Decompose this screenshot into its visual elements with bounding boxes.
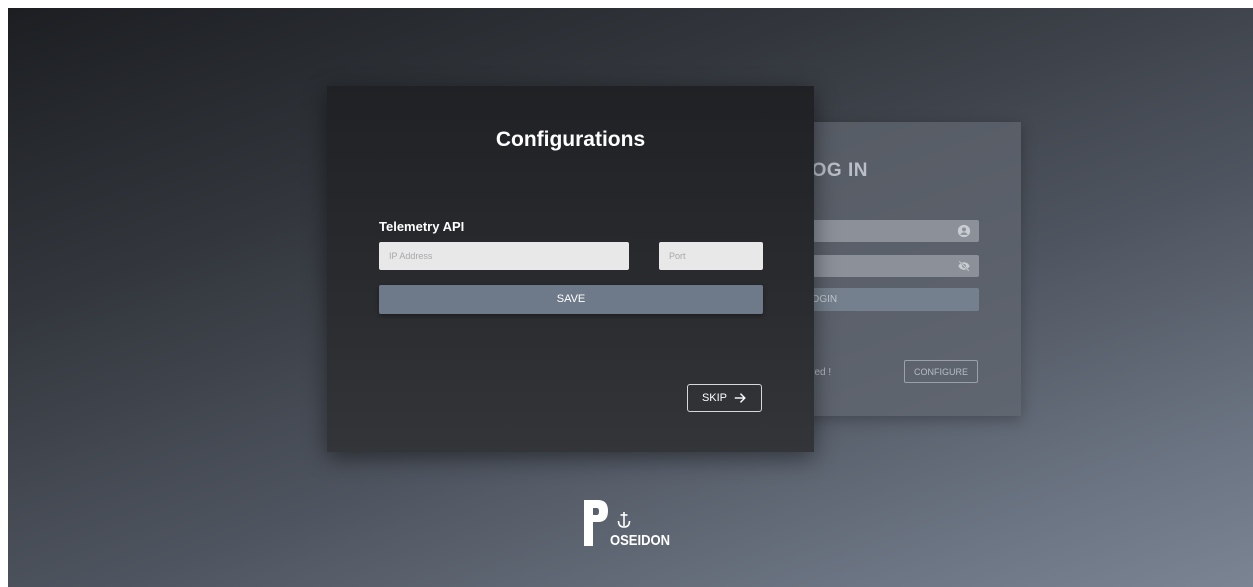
ip-address-input[interactable] [379,242,629,270]
port-input[interactable] [659,242,763,270]
configure-button[interactable]: CONFIGURE [904,360,978,383]
logo-wordmark: OSEIDON [610,532,670,548]
skip-label: SKIP [701,392,728,404]
save-button[interactable]: SAVE [379,285,763,314]
page-title: Configurations [495,128,646,151]
poseidon-logo: OSEIDON [584,500,670,548]
svg-text:OSEIDON: OSEIDON [610,532,670,548]
telemetry-api-label: Telemetry API [379,219,465,234]
app-background: OG IN LOGIN gured ! CONFIGURE Configurat… [8,8,1253,587]
logo-letter-p [584,500,608,546]
user-circle-icon [957,224,971,238]
anchor-icon [617,512,631,528]
eye-slash-icon [958,260,970,272]
arrow-right-icon [734,393,746,403]
skip-button[interactable]: SKIP [687,384,762,412]
configurations-card: Configurations Telemetry API SAVE SKIP [327,86,814,452]
